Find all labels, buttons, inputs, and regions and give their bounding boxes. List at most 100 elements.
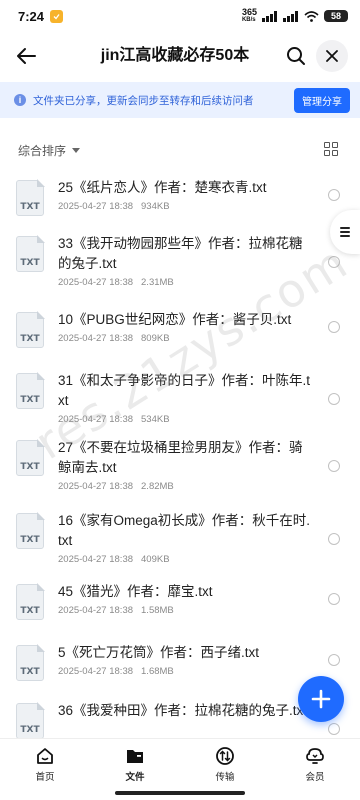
share-banner-text: 文件夹已分享，更新会同步至转存和后续访问者 xyxy=(33,94,254,107)
info-icon: i xyxy=(14,94,26,106)
file-meta: 2025-04-27 18:38 809KB xyxy=(58,333,170,344)
sort-dropdown[interactable]: 综合排序 xyxy=(18,138,81,162)
txt-file-icon: TXT xyxy=(16,372,45,409)
file-name: 45《猎光》作者：靡宝.txt xyxy=(58,584,213,599)
member-icon xyxy=(304,745,326,767)
transfer-icon xyxy=(214,745,236,767)
tab-transfer-label: 传输 xyxy=(215,772,235,783)
txt-file-icon: TXT xyxy=(16,179,45,216)
tab-member[interactable]: 会员 xyxy=(270,739,360,786)
file-name: 16《家有Omega初长成》作者：秋千在时.txt xyxy=(58,513,311,548)
file-meta: 2025-04-27 18:38 534KB xyxy=(58,414,170,425)
arrow-left-icon xyxy=(17,48,36,64)
bottom-tab-bar: 首页 文件 传输 会员 xyxy=(0,738,360,786)
file-meta: 2025-04-27 18:38 409KB xyxy=(58,554,170,565)
file-date: 2025-04-27 18:38 xyxy=(58,666,134,677)
file-meta: 2025-04-27 18:38 1.58MB xyxy=(58,605,174,616)
menu-icon xyxy=(340,225,350,239)
select-radio[interactable] xyxy=(328,723,340,735)
tab-transfer[interactable]: 传输 xyxy=(180,739,270,786)
file-date: 2025-04-27 18:38 xyxy=(58,277,134,288)
file-size: 809KB xyxy=(141,333,170,344)
status-bar: 7:24 365 KB/s 58 xyxy=(0,0,360,32)
back-button[interactable] xyxy=(12,42,40,70)
folder-icon xyxy=(124,745,146,767)
file-ext-label: TXT xyxy=(20,334,40,344)
file-name: 10《PUBG世纪网恋》作者：酱子贝.txt xyxy=(58,312,292,327)
file-name: 25《纸片恋人》作者：楚寒衣青.txt xyxy=(58,180,267,195)
file-meta: 2025-04-27 18:38 934KB xyxy=(58,201,170,212)
search-button[interactable] xyxy=(282,42,310,70)
app-notification-icon xyxy=(50,9,64,23)
sort-label: 综合排序 xyxy=(18,143,67,158)
select-radio[interactable] xyxy=(328,189,340,201)
file-ext-label: TXT xyxy=(20,202,40,212)
txt-file-icon: TXT xyxy=(16,583,45,620)
file-date: 2025-04-27 18:38 xyxy=(58,554,134,565)
network-speed: 365 KB/s xyxy=(241,7,257,24)
tab-home[interactable]: 首页 xyxy=(0,739,90,786)
select-radio[interactable] xyxy=(328,393,340,405)
file-date: 2025-04-27 18:38 xyxy=(58,333,134,344)
file-size: 1.58MB xyxy=(141,605,174,616)
battery-icon: 58 xyxy=(324,10,348,22)
select-radio[interactable] xyxy=(328,654,340,666)
tab-home-label: 首页 xyxy=(35,772,55,783)
share-banner: i 文件夹已分享，更新会同步至转存和后续访问者 管理分享 xyxy=(0,82,360,118)
add-button[interactable] xyxy=(298,676,344,722)
file-ext-label: TXT xyxy=(20,725,40,735)
file-ext-label: TXT xyxy=(20,258,40,268)
plus-icon xyxy=(311,689,331,709)
select-radio[interactable] xyxy=(328,256,340,268)
select-radio[interactable] xyxy=(328,533,340,545)
file-meta: 2025-04-27 18:38 2.82MB xyxy=(58,481,174,492)
file-date: 2025-04-27 18:38 xyxy=(58,605,134,616)
file-size: 2.31MB xyxy=(141,277,174,288)
txt-file-icon: TXT xyxy=(16,235,45,272)
file-date: 2025-04-27 18:38 xyxy=(58,201,134,212)
home-icon xyxy=(34,745,56,767)
tab-member-label: 会员 xyxy=(305,772,325,783)
file-name: 31《和太子争影帝的日子》作者：叶陈年.txt xyxy=(58,373,311,408)
close-button[interactable] xyxy=(316,40,348,72)
file-size: 534KB xyxy=(141,414,170,425)
file-date: 2025-04-27 18:38 xyxy=(58,414,134,425)
file-name: 36《我爱种田》作者：拉棉花糖的兔子.txt xyxy=(58,703,308,718)
file-ext-label: TXT xyxy=(20,667,40,677)
file-size: 2.82MB xyxy=(141,481,174,492)
manage-share-button[interactable]: 管理分享 xyxy=(294,87,350,113)
select-radio[interactable] xyxy=(328,593,340,605)
caret-down-icon xyxy=(72,147,81,153)
file-date: 2025-04-27 18:38 xyxy=(58,481,134,492)
tab-files-label: 文件 xyxy=(125,772,145,783)
grid-view-icon[interactable] xyxy=(324,142,338,156)
txt-file-icon: TXT xyxy=(16,702,45,739)
file-ext-label: TXT xyxy=(20,395,40,405)
select-radio[interactable] xyxy=(328,321,340,333)
file-ext-label: TXT xyxy=(20,462,40,472)
select-radio[interactable] xyxy=(328,460,340,472)
tab-files[interactable]: 文件 xyxy=(90,739,180,786)
title-bar: jin江高收藏必存50本 xyxy=(0,32,360,80)
close-icon xyxy=(326,50,338,62)
search-icon xyxy=(287,47,305,65)
status-time: 7:24 xyxy=(18,8,45,24)
txt-file-icon: TXT xyxy=(16,439,45,476)
file-name: 5《死亡万花筒》作者：西子绪.txt xyxy=(58,645,260,660)
file-size: 409KB xyxy=(141,554,170,565)
file-meta: 2025-04-27 18:38 2.31MB xyxy=(58,277,174,288)
signal-icon-2 xyxy=(283,10,298,22)
file-size: 934KB xyxy=(141,201,170,212)
signal-icon xyxy=(262,10,277,22)
txt-file-icon: TXT xyxy=(16,512,45,549)
status-indicators: 365 KB/s 58 xyxy=(242,8,348,24)
txt-file-icon: TXT xyxy=(16,644,45,681)
page-title: jin江高收藏必存50本 xyxy=(100,47,250,64)
txt-file-icon: TXT xyxy=(16,311,45,348)
wifi-icon xyxy=(304,10,319,22)
file-meta: 2025-04-27 18:38 1.68MB xyxy=(58,666,174,677)
file-name: 33《我开动物园那些年》作者：拉棉花糖的兔子.txt xyxy=(58,236,303,271)
file-size: 1.68MB xyxy=(141,666,174,677)
file-name: 27《不要在垃圾桶里捡男朋友》作者：骑鲸南去.txt xyxy=(58,440,303,475)
home-indicator xyxy=(115,791,245,795)
